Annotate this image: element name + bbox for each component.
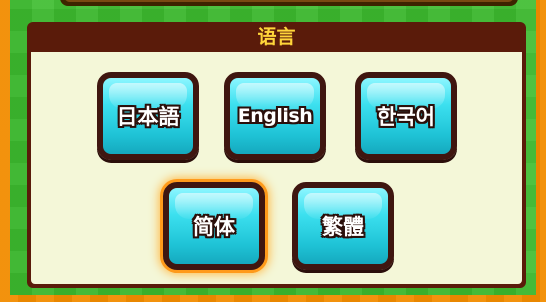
language-button-japanese[interactable]: 日本語 [97, 72, 199, 160]
language-label: English [237, 105, 313, 127]
panel-title: 语言 [257, 26, 296, 48]
language-button-simplified-chinese[interactable]: 简体 [163, 182, 265, 270]
language-panel: 语言 日本語 English 한국어 简体 繁體 [27, 22, 526, 288]
language-label: 简体 [193, 215, 235, 239]
language-label: 日本語 [116, 105, 180, 129]
panel-body: 日本語 English 한국어 简体 繁體 [31, 52, 522, 284]
language-button-korean[interactable]: 한국어 [355, 72, 457, 160]
language-button-traditional-chinese[interactable]: 繁體 [292, 182, 394, 270]
language-label: 한국어 [377, 105, 435, 129]
language-label: 繁體 [322, 215, 364, 239]
language-button-english[interactable]: English [224, 72, 326, 160]
top-panel-edge [60, 0, 518, 6]
